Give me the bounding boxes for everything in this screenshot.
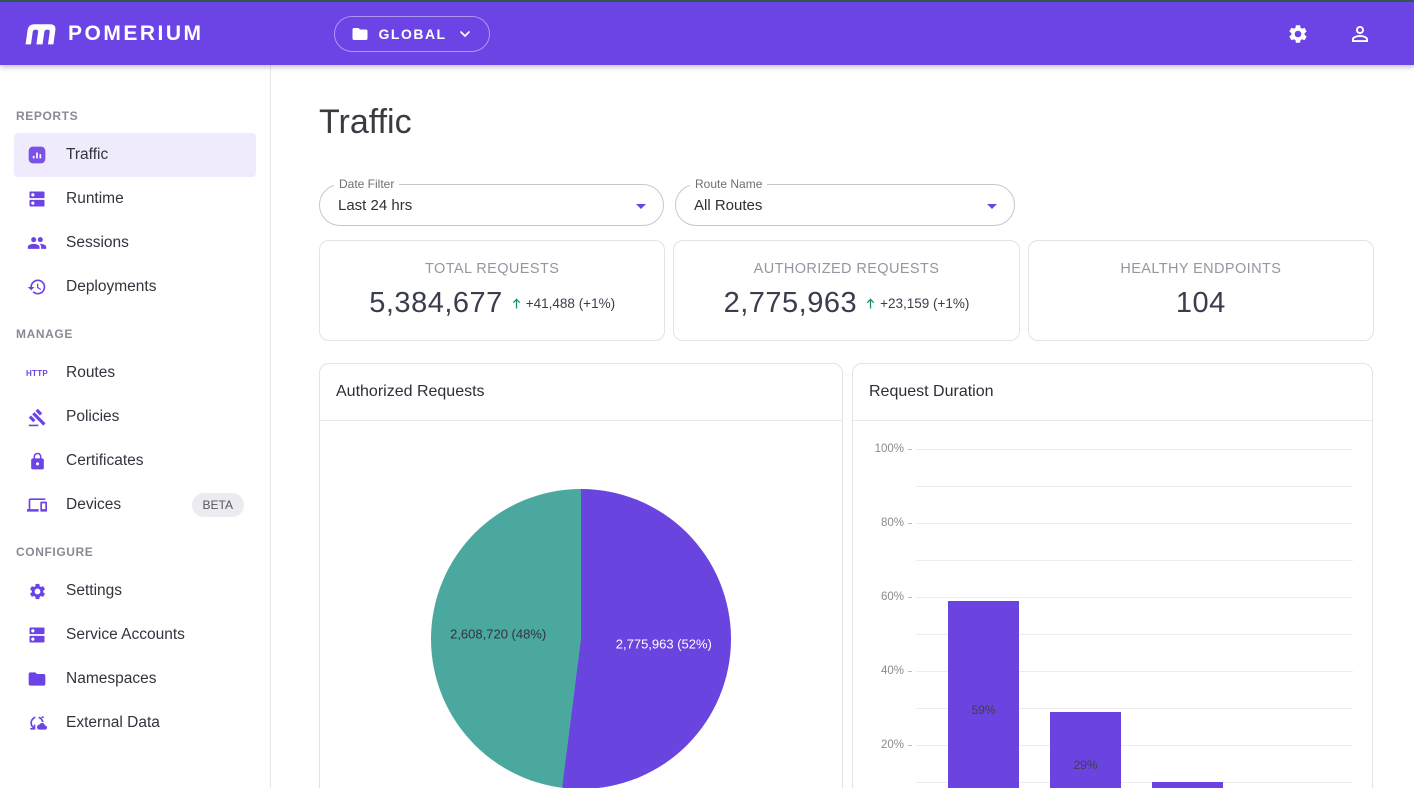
stat-value: 2,775,963	[724, 287, 858, 320]
dropdown-caret-icon	[629, 194, 653, 218]
sidebar-item-runtime[interactable]: Runtime	[14, 177, 256, 221]
pie-slice-label: 2,608,720 (48%)	[450, 626, 546, 641]
bar-value-label: 29%	[1073, 758, 1097, 772]
y-axis-tick-label: 100%	[856, 443, 904, 455]
namespace-label: GLOBAL	[379, 26, 447, 42]
gridline	[916, 597, 1353, 598]
sidebar-item-label: Sessions	[66, 234, 129, 252]
sidebar-item-devices[interactable]: Devices BETA	[14, 483, 256, 527]
sidebar-item-label: Deployments	[66, 278, 156, 296]
duration-bar[interactable]	[1050, 712, 1121, 788]
folder-icon	[26, 668, 48, 690]
arrow-up-icon	[863, 296, 878, 311]
settings-gear-button[interactable]	[1284, 20, 1312, 48]
request-duration-bar-plot[interactable]: 20%40%60%80%100%59%29%10%	[916, 449, 1353, 788]
stat-label: TOTAL REQUESTS	[425, 261, 559, 277]
sidebar-item-traffic[interactable]: Traffic	[14, 133, 256, 177]
sidebar-item-label: Devices	[66, 496, 121, 514]
stat-delta: +23,159 (+1%)	[863, 296, 969, 311]
cloud-sync-icon	[26, 712, 48, 734]
y-axis-tick-label: 20%	[856, 739, 904, 751]
date-filter-label: Date Filter	[334, 177, 399, 191]
section-label-reports: REPORTS	[0, 109, 270, 123]
sidebar-item-settings[interactable]: Settings	[14, 569, 256, 613]
duration-bar[interactable]	[948, 601, 1019, 788]
lock-icon	[26, 450, 48, 472]
server-stack-icon	[26, 624, 48, 646]
namespace-selector-button[interactable]: GLOBAL	[334, 16, 490, 52]
sidebar-item-certificates[interactable]: Certificates	[14, 439, 256, 483]
http-icon: HTTP	[26, 362, 48, 384]
stat-value: 5,384,677	[369, 287, 503, 320]
person-icon	[1348, 22, 1372, 46]
sidebar-item-label: Service Accounts	[66, 626, 185, 644]
y-axis-tick-label: 60%	[856, 591, 904, 603]
bar-value-label: 59%	[971, 703, 995, 717]
history-icon	[26, 276, 48, 298]
authorized-requests-pie[interactable]: 2,775,963 (52%) 2,608,720 (48%)	[431, 489, 731, 788]
sidebar-item-label: Policies	[66, 408, 119, 426]
sidebar-item-service-accounts[interactable]: Service Accounts	[14, 613, 256, 657]
sidebar-item-deployments[interactable]: Deployments	[14, 265, 256, 309]
y-axis-tick-label: 80%	[856, 517, 904, 529]
section-label-configure: CONFIGURE	[0, 545, 270, 559]
gear-icon	[1287, 23, 1309, 45]
sidebar: REPORTS Traffic Runtime Sessions	[0, 65, 271, 788]
gridline	[916, 560, 1353, 561]
devices-icon	[26, 494, 48, 516]
sidebar-item-external-data[interactable]: External Data	[14, 701, 256, 745]
account-button[interactable]	[1346, 20, 1374, 48]
sidebar-item-label: Certificates	[66, 452, 144, 470]
brand-name: POMERIUM	[68, 22, 204, 46]
sidebar-item-routes[interactable]: HTTP Routes	[14, 351, 256, 395]
stat-card-healthy-endpoints: HEALTHY ENDPOINTS 104	[1028, 240, 1374, 341]
date-filter-select[interactable]: Date Filter Last 24 hrs	[319, 184, 664, 226]
authorized-requests-chart-card: Authorized Requests 2,775,963 (52%) 2,608…	[319, 363, 843, 788]
gavel-icon	[26, 406, 48, 428]
beta-badge: BETA	[192, 493, 244, 517]
sidebar-item-sessions[interactable]: Sessions	[14, 221, 256, 265]
brand[interactable]: POMERIUM	[24, 20, 204, 47]
sidebar-item-label: Traffic	[66, 146, 108, 164]
traffic-report-icon	[26, 144, 48, 166]
stat-label: HEALTHY ENDPOINTS	[1120, 261, 1281, 277]
people-icon	[26, 232, 48, 254]
route-name-select[interactable]: Route Name All Routes	[675, 184, 1015, 226]
server-stack-icon	[26, 188, 48, 210]
route-name-value: All Routes	[694, 197, 762, 214]
chart-title: Request Duration	[853, 364, 1372, 421]
sidebar-item-label: Runtime	[66, 190, 124, 208]
app-bar: POMERIUM GLOBAL	[0, 2, 1414, 65]
stat-card-total-requests: TOTAL REQUESTS 5,384,677 +41,488 (+1%)	[319, 240, 665, 341]
folder-icon	[351, 25, 369, 43]
sidebar-item-label: Routes	[66, 364, 115, 382]
gridline	[916, 523, 1353, 524]
route-name-label: Route Name	[690, 177, 767, 191]
chevron-down-icon	[457, 26, 473, 42]
sidebar-item-label: Namespaces	[66, 670, 156, 688]
pomerium-logo	[22, 20, 60, 47]
gear-icon	[26, 580, 48, 602]
sidebar-item-namespaces[interactable]: Namespaces	[14, 657, 256, 701]
stat-label: AUTHORIZED REQUESTS	[754, 261, 940, 277]
date-filter-value: Last 24 hrs	[338, 197, 412, 214]
duration-bar[interactable]	[1152, 782, 1223, 788]
dropdown-caret-icon	[980, 194, 1004, 218]
stat-card-authorized-requests: AUTHORIZED REQUESTS 2,775,963 +23,159 (+…	[673, 240, 1019, 341]
chart-title: Authorized Requests	[320, 364, 842, 421]
request-duration-chart-card: Request Duration 20%40%60%80%100%59%29%1…	[852, 363, 1373, 788]
sidebar-item-policies[interactable]: Policies	[14, 395, 256, 439]
y-axis-tick-label: 40%	[856, 665, 904, 677]
page-title: Traffic	[319, 103, 1374, 142]
sidebar-item-label: Settings	[66, 582, 122, 600]
sidebar-item-label: External Data	[66, 714, 160, 732]
arrow-up-icon	[509, 296, 524, 311]
stat-value: 104	[1176, 287, 1226, 320]
pie-slice-label: 2,775,963 (52%)	[616, 637, 712, 652]
main-content: Traffic Date Filter Last 24 hrs Route Na…	[271, 65, 1414, 788]
gridline	[916, 449, 1353, 450]
gridline	[916, 486, 1353, 487]
stat-delta: +41,488 (+1%)	[509, 296, 615, 311]
section-label-manage: MANAGE	[0, 327, 270, 341]
